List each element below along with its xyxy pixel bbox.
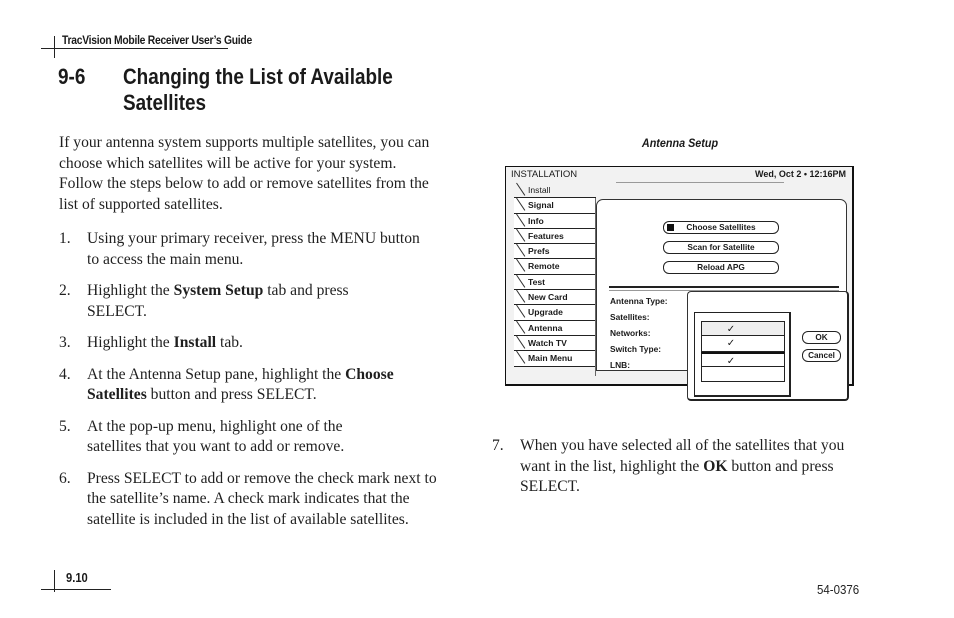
step-3: 3. Highlight the Install tab. <box>59 333 424 354</box>
text-run: At the Antenna Setup pane, highlight the <box>87 365 346 383</box>
bold-term: System Setup <box>173 282 264 299</box>
cancel-button[interactable]: Cancel <box>802 349 841 362</box>
intro-paragraph: If your antenna system supports multiple… <box>59 134 430 213</box>
header-rule <box>41 48 228 49</box>
screen-title: INSTALLATION <box>511 169 578 180</box>
tab-install[interactable]: Install <box>514 183 596 199</box>
steps-right: 7. When you have selected all of the sat… <box>492 436 872 498</box>
header-crop-mark <box>54 36 55 58</box>
step-text: Highlight the System Setup tab and press… <box>87 281 394 322</box>
check-mark-icon: ✓ <box>726 355 736 367</box>
button-label: Reload APG <box>697 262 745 272</box>
running-header: TracVision Mobile Receiver User’s Guide <box>62 33 252 47</box>
ok-button[interactable]: OK <box>802 331 841 344</box>
check-mark-icon <box>729 369 732 380</box>
section-title: Changing the List of Available Satellite… <box>123 64 393 115</box>
tab-watch-tv[interactable]: Watch TV <box>514 335 596 352</box>
tab-remote[interactable]: Remote <box>514 259 596 275</box>
label-lnb: LNB: <box>610 360 631 370</box>
text-run: Using your primary receiver, press the M… <box>87 230 420 268</box>
text-run: At the pop-up menu, highlight one of the… <box>87 417 345 456</box>
step-text: When you have selected all of the satell… <box>520 436 872 498</box>
step-number: 5. <box>59 417 71 435</box>
tab-list: Install Signal Info Features Prefs Remote Test… <box>514 183 596 367</box>
bold-term: Install <box>173 334 217 351</box>
section-number: 9-6 <box>58 64 86 89</box>
button-label: Scan for Satellite <box>687 242 755 252</box>
step-number: 7. <box>492 437 504 454</box>
step-text: At the pop-up menu, highlight one of the… <box>87 417 389 458</box>
step-number: 3. <box>59 334 71 351</box>
choose-satellites-popup: ✓ ✓ ✓ OK Cancel <box>687 291 849 401</box>
tab-info[interactable]: Info <box>514 213 596 229</box>
tab-features[interactable]: Features <box>514 228 596 245</box>
scan-for-satellite-button[interactable]: Scan for Satellite <box>663 241 779 254</box>
satellite-list-frame: ✓ ✓ ✓ <box>694 312 791 397</box>
label-switch-type: Switch Type: <box>610 344 662 354</box>
satellite-list-item[interactable] <box>701 366 785 383</box>
satellite-list: ✓ ✓ ✓ <box>701 321 785 383</box>
step-5: 5. At the pop-up menu, highlight one of … <box>59 417 389 458</box>
step-text: Press SELECT to add or remove the check … <box>87 469 437 531</box>
text-run: button and press SELECT. <box>146 386 317 403</box>
tab-test[interactable]: Test <box>514 274 596 291</box>
tab-antenna[interactable]: Antenna <box>514 320 596 336</box>
tab-main-menu[interactable]: Main Menu <box>514 351 596 367</box>
step-text: Using your primary receiver, press the M… <box>87 229 424 270</box>
steps-left: 1. Using your primary receiver, press th… <box>59 229 437 530</box>
text-run: Highlight the <box>87 282 174 299</box>
choose-satellites-button[interactable]: Choose Satellites <box>663 221 779 234</box>
text-run: Press SELECT to add or remove the check … <box>87 469 437 528</box>
tab-new-card[interactable]: New Card <box>514 290 596 306</box>
step-number: 2. <box>59 282 71 299</box>
page-number: 9.10 <box>66 570 88 585</box>
step-text: Highlight the Install tab. <box>87 333 424 354</box>
screen-datetime: Wed, Oct 2 • 12:16PM <box>754 169 846 179</box>
check-mark-icon: ✓ <box>726 324 736 335</box>
satellite-list-item[interactable]: ✓ <box>701 351 785 367</box>
label-antenna-type: Antenna Type: <box>610 296 668 306</box>
button-label: Choose Satellites <box>686 222 756 232</box>
label-networks: Networks: <box>610 328 651 338</box>
satellite-list-item[interactable]: ✓ <box>701 321 785 337</box>
step-text: At the Antenna Setup pane, highlight the… <box>87 365 437 406</box>
tab-prefs[interactable]: Prefs <box>514 244 596 260</box>
figure-caption: Antenna Setup <box>641 136 719 150</box>
reload-apg-button[interactable]: Reload APG <box>663 261 779 274</box>
step-6: 6. Press SELECT to add or remove the che… <box>59 469 437 531</box>
text-run: Highlight the <box>87 334 174 351</box>
check-mark-icon: ✓ <box>726 338 736 350</box>
satellite-list-item[interactable]: ✓ <box>701 336 785 352</box>
text-run: tab. <box>216 334 243 351</box>
step-1: 1. Using your primary receiver, press th… <box>59 229 424 270</box>
selection-indicator-icon <box>667 224 674 231</box>
label-satellites: Satellites: <box>610 312 650 322</box>
step-number: 1. <box>59 230 71 247</box>
tab-signal[interactable]: Signal <box>514 198 596 214</box>
step-4: 4. At the Antenna Setup pane, highlight … <box>59 365 437 406</box>
step-2: 2. Highlight the System Setup tab and pr… <box>59 281 394 322</box>
tab-upgrade[interactable]: Upgrade <box>514 305 596 321</box>
step-7: 7. When you have selected all of the sat… <box>492 436 872 498</box>
title-underline <box>616 182 784 183</box>
step-number: 6. <box>59 469 71 487</box>
step-number: 4. <box>59 365 71 383</box>
footer-rule <box>41 589 111 590</box>
document-code: 54-0376 <box>817 583 860 597</box>
bold-term: OK <box>703 457 728 475</box>
